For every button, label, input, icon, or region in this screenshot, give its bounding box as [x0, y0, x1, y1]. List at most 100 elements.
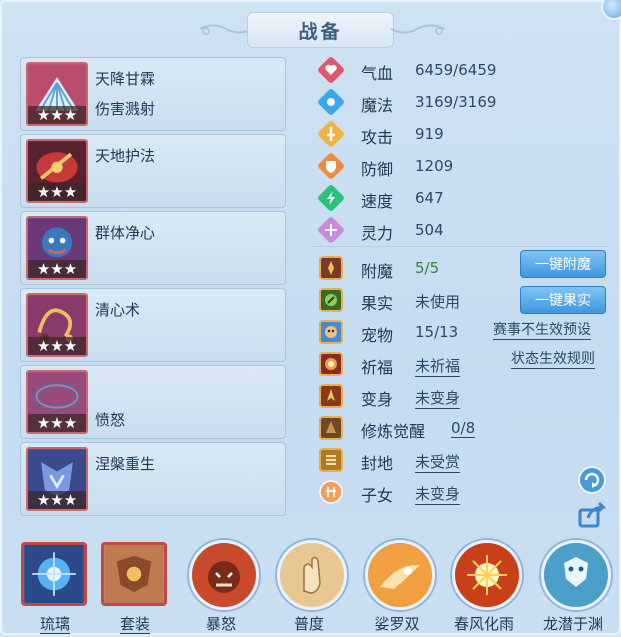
enchant-icon [319, 256, 343, 280]
extra-label: 子女 [361, 486, 394, 505]
stat-value: 1209 [415, 157, 454, 175]
extra-value: 15/13 [415, 323, 459, 341]
star-rating: ★★★ [28, 183, 86, 201]
stat-value: 6459/6459 [415, 61, 497, 79]
skill-card[interactable]: ★★★ 天地护法 [20, 134, 286, 208]
chain-bead-icon: ★★★ [26, 293, 88, 357]
skill-subtext: 伤害溅射 [95, 100, 156, 118]
bottom-item-armor-set[interactable]: 套装 [99, 534, 175, 634]
refresh-icon[interactable] [577, 465, 607, 495]
bottom-label: 春风化雨 [453, 615, 514, 633]
shield-icon [318, 153, 344, 179]
sword-icon [318, 121, 344, 147]
wrath-ring-icon: ★★★ [26, 370, 88, 434]
status-rule-link[interactable]: 状态生效规则 [511, 350, 595, 369]
bottom-label: 琉璃 [39, 615, 70, 634]
stat-value: 3169/3169 [415, 93, 497, 111]
cultivation-link[interactable]: 0/8 [451, 419, 476, 438]
star-rating: ★★★ [28, 414, 86, 432]
purify-mask-icon: ★★★ [26, 216, 88, 280]
stat-label: 灵力 [361, 224, 394, 243]
title-ornament-right-icon [390, 24, 446, 35]
transform-icon [319, 384, 343, 408]
sala-icon [365, 540, 435, 610]
skill-name: 清心术 [95, 301, 141, 319]
bottom-label: 龙潜于渊 [542, 615, 603, 633]
bottom-label: 套装 [119, 615, 150, 634]
stat-value: 919 [415, 125, 444, 143]
heart-icon [318, 57, 344, 83]
stat-row-mp: 魔法 3169/3169 [314, 86, 614, 118]
rebirth-armor-icon: ★★★ [26, 447, 88, 511]
extra-label: 宠物 [361, 326, 394, 345]
stat-value: 504 [415, 221, 444, 239]
stat-row-speed: 速度 647 [314, 182, 614, 214]
bottom-item-spring-rain[interactable]: 春风化雨 [448, 534, 524, 634]
extra-label: 修炼觉醒 [361, 422, 426, 441]
skill-card[interactable]: ★★★ 愤怒 [20, 365, 286, 439]
fief-link[interactable]: 未受赏 [415, 451, 461, 473]
pet-icon [319, 320, 343, 344]
extra-value: 5/5 [415, 259, 440, 277]
stat-label: 速度 [361, 192, 394, 211]
divider [312, 246, 608, 247]
glass-orb-icon [21, 542, 87, 606]
extra-row-child: 子女 未变身 [314, 476, 614, 508]
extra-row-fief: 封地 未受赏 [314, 444, 614, 476]
child-link[interactable]: 未变身 [415, 483, 461, 505]
bottom-item-glass[interactable]: 琉璃 [19, 534, 95, 634]
mana-icon [318, 89, 344, 115]
skill-card[interactable]: ★★★ 天降甘霖 伤害溅射 [20, 57, 286, 131]
bottom-label: 娑罗双 [374, 615, 420, 633]
guardian-blade-icon: ★★★ [26, 139, 88, 203]
skill-subtext: 愤怒 [95, 411, 126, 429]
fief-icon [319, 448, 343, 472]
extra-label: 果实 [361, 294, 394, 313]
share-icon[interactable] [577, 500, 607, 530]
skill-card[interactable]: ★★★ 群体净心 [20, 211, 286, 285]
stat-label: 防御 [361, 160, 394, 179]
bottom-item-rage[interactable]: 暴怒 [185, 534, 261, 634]
star-rating: ★★★ [28, 491, 86, 509]
page-title: 战备 [247, 12, 394, 48]
battle-prep-panel: 战备 ★★★ 天降甘霖 伤害溅射 ★★★ 天地护法 ★★★ 群体净心 ★★★ 清… [0, 0, 621, 635]
stat-row-attack: 攻击 919 [314, 118, 614, 150]
skill-card[interactable]: ★★★ 涅槃重生 [20, 442, 286, 516]
one-click-enchant-button[interactable]: 一键附魔 [520, 250, 606, 278]
star-rating: ★★★ [28, 260, 86, 278]
rage-beast-icon [189, 540, 259, 610]
skill-name: 天降甘霖 [95, 70, 156, 88]
bottom-label: 普度 [293, 615, 324, 633]
extra-value: 未使用 [415, 293, 461, 311]
bottom-bar: 琉璃 套装 暴怒 普度 娑罗双 春风化雨 龙潜于渊 [2, 534, 621, 637]
prayer-hand-icon [277, 540, 347, 610]
extra-label: 封地 [361, 454, 394, 473]
spirit-icon [318, 217, 344, 243]
event-preset-link[interactable]: 赛事不生效预设 [493, 321, 591, 340]
stat-row-hp: 气血 6459/6459 [314, 54, 614, 86]
skill-card[interactable]: ★★★ 清心术 [20, 288, 286, 362]
star-rating: ★★★ [28, 337, 86, 355]
spring-rain-icon [452, 540, 522, 610]
bless-link[interactable]: 未祈福 [415, 355, 461, 377]
star-rating: ★★★ [28, 106, 86, 124]
bottom-label: 暴怒 [205, 615, 236, 633]
stat-label: 魔法 [361, 96, 394, 115]
extra-row-transform: 变身 未变身 [314, 380, 614, 412]
stat-label: 攻击 [361, 128, 394, 147]
bless-icon [319, 352, 343, 376]
speed-icon [318, 185, 344, 211]
bottom-item-salvation[interactable]: 普度 [273, 534, 349, 634]
rain-fan-icon: ★★★ [26, 62, 88, 126]
stat-row-spirit: 灵力 504 [314, 214, 614, 246]
child-icon [319, 480, 343, 504]
stat-value: 647 [415, 189, 444, 207]
one-click-fruit-button[interactable]: 一键果实 [520, 286, 606, 314]
stat-label: 气血 [361, 64, 394, 83]
transform-link[interactable]: 未变身 [415, 387, 461, 409]
close-icon[interactable] [601, 0, 621, 20]
bottom-item-dragon[interactable]: 龙潜于渊 [537, 534, 613, 634]
bottom-item-sala[interactable]: 娑罗双 [361, 534, 437, 634]
extra-label: 附魔 [361, 262, 394, 281]
dragon-icon [541, 540, 611, 610]
